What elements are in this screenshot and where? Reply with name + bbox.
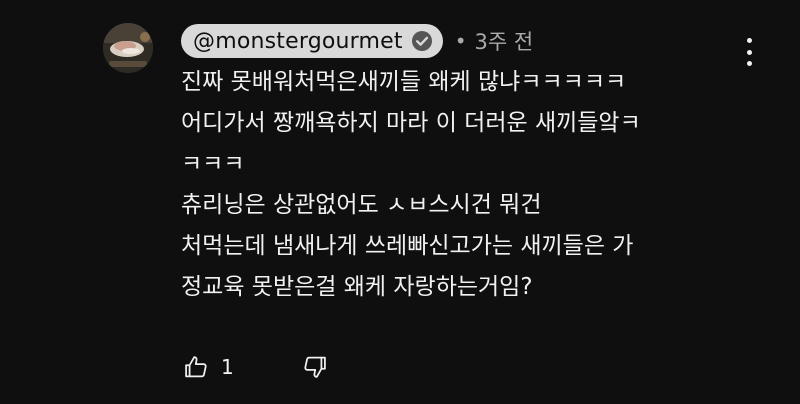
comment-text-line: ㅋㅋㅋ <box>181 151 245 177</box>
like-button[interactable] <box>181 352 211 382</box>
comment-text-line: 진짜 못배워처먹은새끼들 왜케 많냐ㅋㅋㅋㅋㅋ <box>181 69 627 95</box>
comment-text-line: 츄리닝은 상관없어도 ㅅㅂ스시건 뭐건 <box>181 192 542 218</box>
like-count: 1 <box>221 355 234 379</box>
author-chip[interactable]: @monstergourmet <box>181 24 443 58</box>
verified-check-icon <box>411 30 433 52</box>
thumbs-up-icon <box>185 356 207 378</box>
comment-timestamp[interactable]: 3주 전 <box>475 26 534 56</box>
comment-header: @monstergourmet • 3주 전 <box>181 22 533 60</box>
more-dot <box>746 61 752 66</box>
author-name[interactable]: @monstergourmet <box>193 29 403 54</box>
more-dot <box>746 38 752 43</box>
comment-text-line: 정교육 못받은걸 왜케 자랑하는거임? <box>181 274 533 300</box>
dot-separator: • <box>454 29 467 53</box>
comment-thread: @monstergourmet • 3주 전 진짜 못배워처먹은새끼들 왜케 많… <box>0 0 800 404</box>
comment-text-line: 어디가서 짱깨욕하지 마라 이 더러운 새끼들앜ㅋ <box>181 110 641 136</box>
comment-text: 진짜 못배워처먹은새끼들 왜케 많냐ㅋㅋㅋㅋㅋ 어디가서 짱깨욕하지 마라 이 … <box>181 62 741 308</box>
channel-avatar-image <box>103 23 153 73</box>
thumbs-down-icon <box>304 356 326 378</box>
more-dot <box>746 49 752 55</box>
comment-actions: 1 <box>181 350 330 384</box>
comment-text-line: 처먹는데 냄새나게 쓰레빠신고가는 새끼들은 가 <box>181 233 634 259</box>
avatar[interactable] <box>103 23 153 73</box>
dislike-button[interactable] <box>300 352 330 382</box>
